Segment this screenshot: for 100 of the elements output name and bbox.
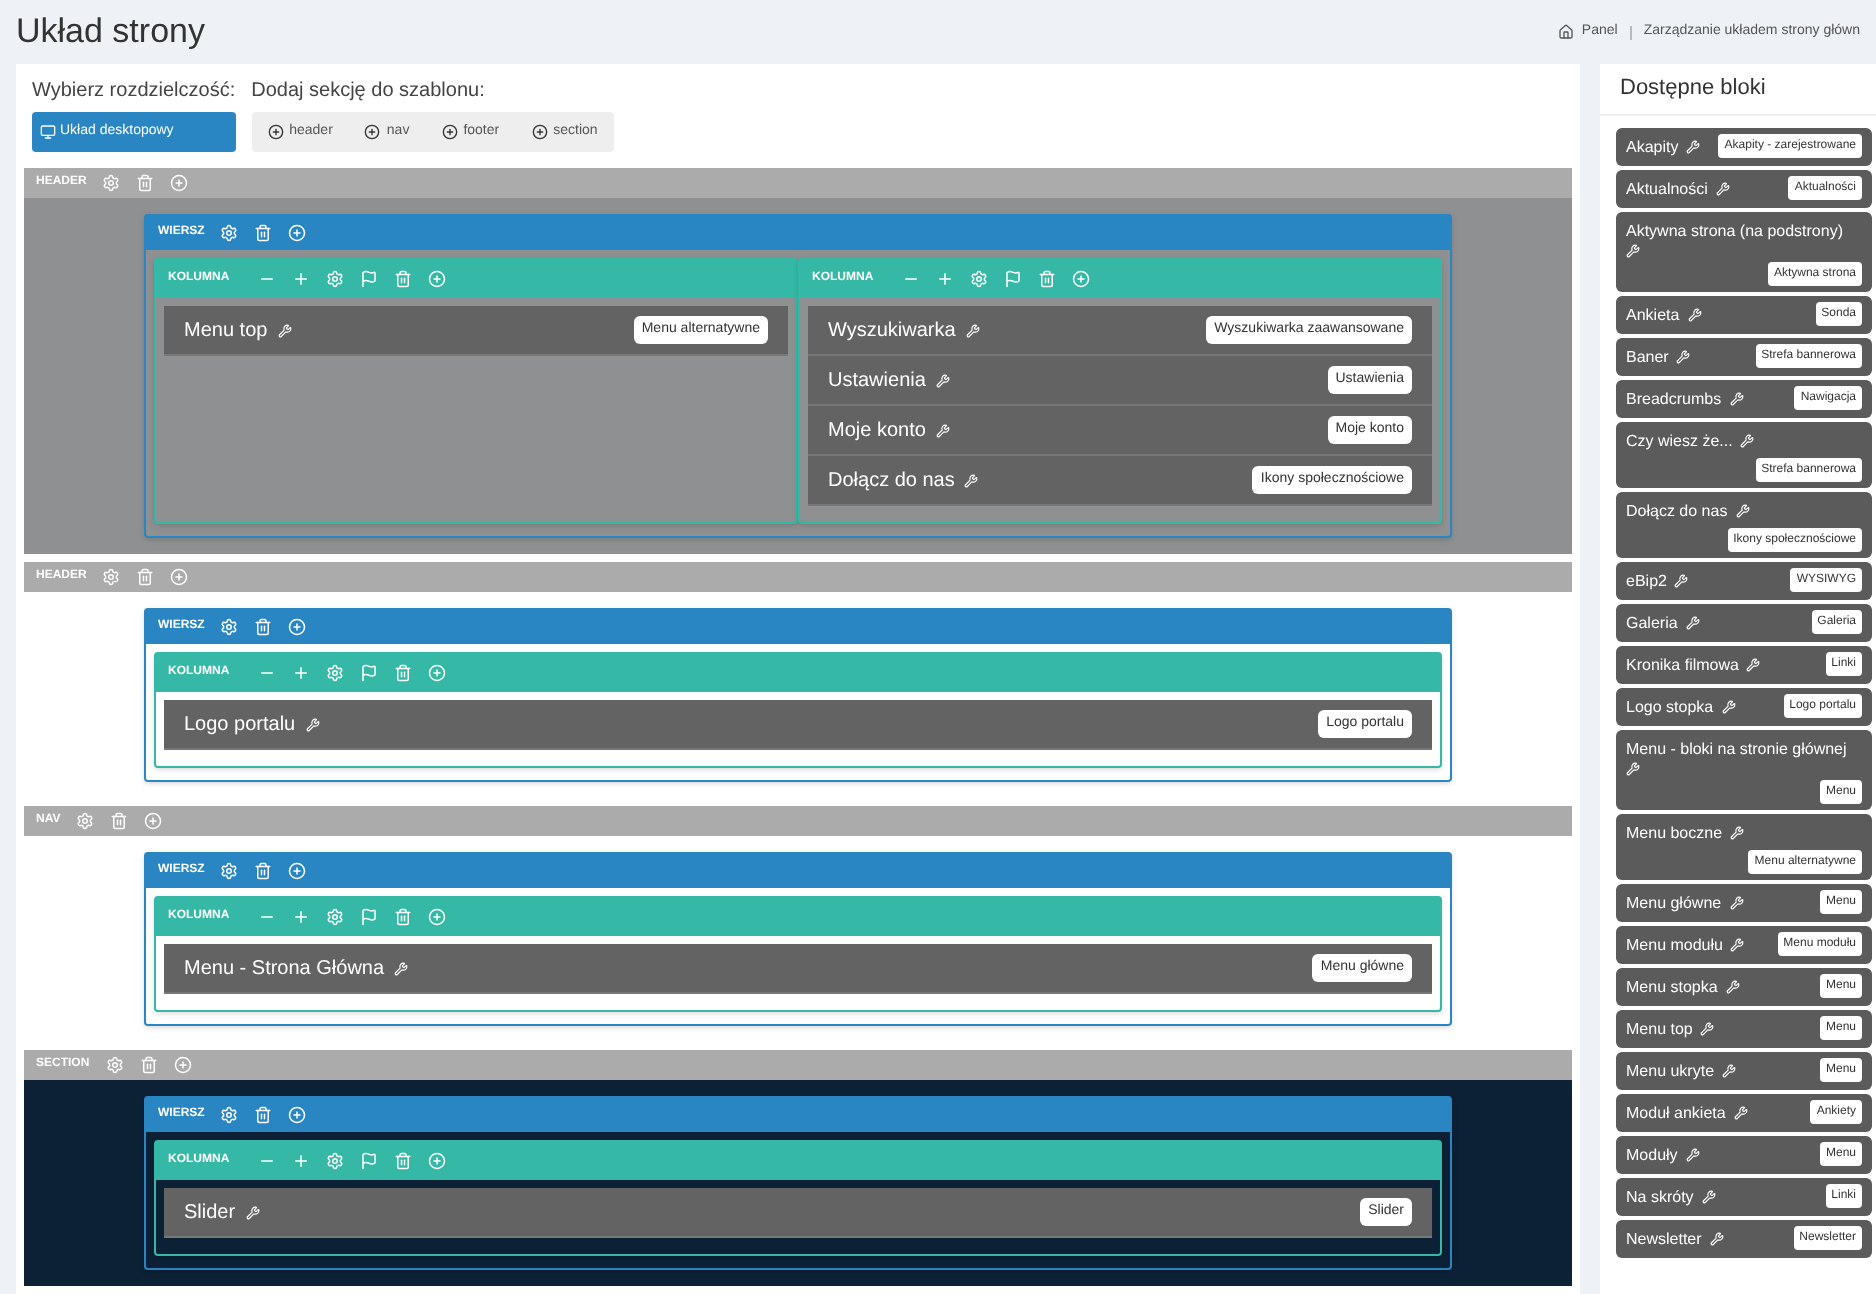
wrench-icon[interactable]: [1676, 349, 1691, 363]
trash-icon[interactable]: [393, 908, 412, 926]
add-icon[interactable]: [173, 1056, 192, 1074]
block-name: Baner: [1626, 345, 1669, 369]
settings-icon[interactable]: [102, 174, 121, 192]
plus-icon[interactable]: [291, 664, 310, 682]
add-icon[interactable]: [1071, 270, 1090, 288]
settings-icon[interactable]: [102, 568, 121, 586]
block-name: Menu top: [184, 317, 268, 345]
trash-icon[interactable]: [393, 664, 412, 682]
add-icon[interactable]: [427, 908, 446, 926]
trash-icon[interactable]: [254, 1106, 273, 1124]
block-name: Menu główne: [1626, 891, 1722, 915]
trash-icon[interactable]: [136, 174, 155, 192]
block-name: Dołącz do nas: [1626, 499, 1728, 523]
add-icon[interactable]: [288, 862, 307, 880]
wrench-icon[interactable]: [1725, 979, 1740, 993]
add-icon[interactable]: [427, 664, 446, 682]
add-icon[interactable]: [170, 568, 189, 586]
wrench-icon[interactable]: [1733, 1105, 1748, 1119]
wrench-icon[interactable]: [1746, 657, 1761, 671]
trash-icon[interactable]: [1037, 270, 1056, 288]
wrench-icon[interactable]: [1721, 699, 1736, 713]
flag-icon[interactable]: [1003, 270, 1022, 288]
settings-icon[interactable]: [220, 862, 239, 880]
wrench-icon[interactable]: [277, 323, 292, 337]
add-icon[interactable]: [288, 224, 307, 242]
flag-icon[interactable]: [359, 270, 378, 288]
wrench-icon[interactable]: [1730, 825, 1745, 839]
wrench-icon[interactable]: [1700, 1021, 1715, 1035]
add-icon[interactable]: [288, 1106, 307, 1124]
wrench-icon[interactable]: [1740, 433, 1755, 447]
trash-icon[interactable]: [254, 618, 273, 636]
settings-icon[interactable]: [105, 1056, 124, 1074]
block-name: eBip2: [1626, 569, 1667, 593]
wrench-icon[interactable]: [1674, 573, 1689, 587]
block-name: Ustawienia: [828, 367, 926, 395]
plus-icon[interactable]: [291, 908, 310, 926]
trash-icon[interactable]: [110, 812, 129, 830]
wrench-icon[interactable]: [1729, 895, 1744, 909]
wrench-icon[interactable]: [1685, 1147, 1700, 1161]
plus-icon[interactable]: [291, 270, 310, 288]
settings-icon[interactable]: [325, 664, 344, 682]
block-name: Menu - Strona Główna: [184, 955, 385, 983]
settings-icon[interactable]: [325, 1152, 344, 1170]
add-icon[interactable]: [427, 1152, 446, 1170]
home-icon[interactable]: [1557, 24, 1574, 40]
add-icon[interactable]: [144, 812, 163, 830]
settings-icon[interactable]: [220, 224, 239, 242]
block-name: Menu boczne: [1626, 821, 1723, 845]
trash-icon[interactable]: [139, 1056, 158, 1074]
settings-icon[interactable]: [76, 812, 95, 830]
block-name: Moje konto: [828, 417, 926, 445]
settings-icon[interactable]: [325, 270, 344, 288]
add-icon[interactable]: [170, 174, 189, 192]
wrench-icon[interactable]: [1729, 391, 1744, 405]
block-name: Aktualności: [1626, 177, 1708, 201]
trash-icon[interactable]: [393, 1152, 412, 1170]
panel-title: Dostępne bloki: [1600, 64, 1876, 115]
wrench-icon[interactable]: [1686, 139, 1701, 153]
flag-icon[interactable]: [359, 664, 378, 682]
plus-icon[interactable]: [935, 270, 954, 288]
trash-icon[interactable]: [393, 270, 412, 288]
wrench-icon[interactable]: [394, 961, 409, 975]
flag-icon[interactable]: [359, 908, 378, 926]
plus-icon[interactable]: [291, 1152, 310, 1170]
wrench-icon[interactable]: [1730, 937, 1745, 951]
wrench-icon[interactable]: [964, 473, 979, 487]
wrench-icon[interactable]: [1701, 1189, 1716, 1203]
wrench-icon[interactable]: [1722, 1063, 1737, 1077]
trash-icon[interactable]: [254, 862, 273, 880]
add-icon[interactable]: [288, 618, 307, 636]
trash-icon[interactable]: [136, 568, 155, 586]
settings-icon[interactable]: [325, 908, 344, 926]
wrench-icon[interactable]: [935, 373, 950, 387]
settings-icon[interactable]: [220, 1106, 239, 1124]
settings-icon[interactable]: [969, 270, 988, 288]
wrench-icon[interactable]: [935, 423, 950, 437]
wrench-icon[interactable]: [1735, 503, 1750, 517]
block-name: Dołącz do nas: [828, 467, 955, 495]
block-name: Akapity: [1626, 135, 1679, 159]
flag-icon[interactable]: [359, 1152, 378, 1170]
block-name: Breadcrumbs: [1626, 387, 1722, 411]
wrench-icon[interactable]: [245, 1205, 260, 1219]
wrench-icon[interactable]: [1687, 307, 1702, 321]
wrench-icon[interactable]: [1715, 181, 1730, 195]
add-icon[interactable]: [427, 270, 446, 288]
add-icon: [364, 124, 381, 140]
wrench-icon[interactable]: [1626, 243, 1640, 257]
block-name: Menu stopka: [1626, 975, 1718, 999]
wrench-icon[interactable]: [1685, 615, 1700, 629]
trash-icon[interactable]: [254, 224, 273, 242]
page-title: Układ strony: [16, 10, 205, 55]
wrench-icon[interactable]: [965, 323, 980, 337]
block-name: Logo stopka: [1626, 695, 1714, 719]
wrench-icon[interactable]: [1626, 761, 1640, 775]
wrench-icon[interactable]: [305, 717, 320, 731]
block-name: Czy wiesz że...: [1626, 429, 1733, 453]
settings-icon[interactable]: [220, 618, 239, 636]
wrench-icon[interactable]: [1709, 1231, 1724, 1245]
